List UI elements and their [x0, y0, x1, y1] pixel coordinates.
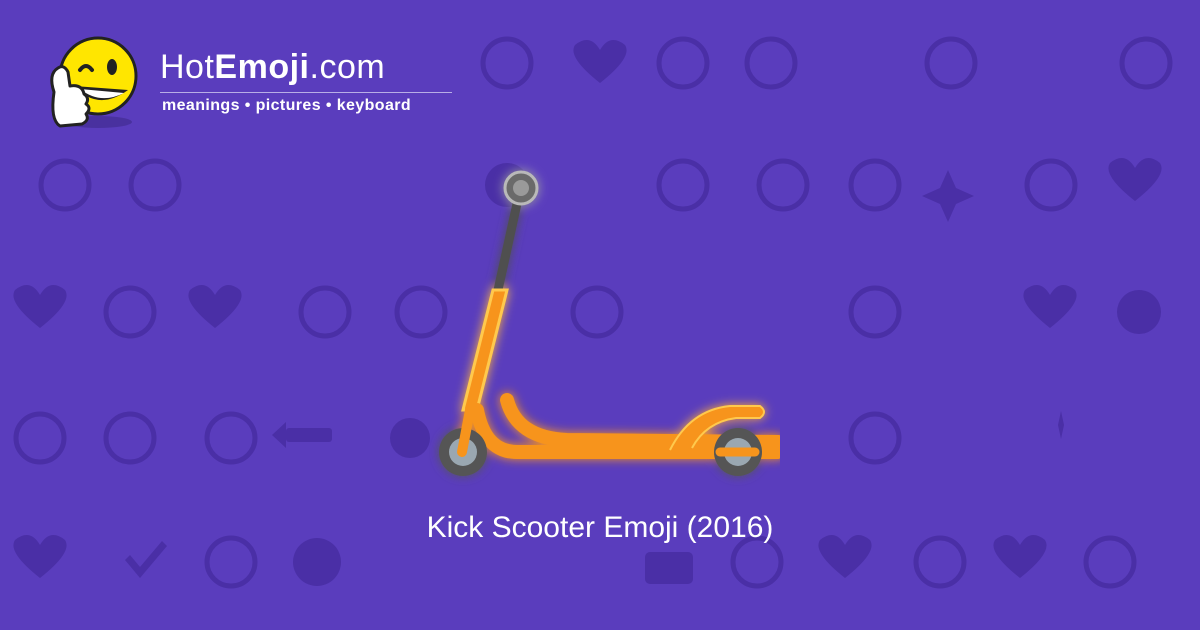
- brand-name-prefix: Hot: [160, 48, 215, 86]
- winking-thumbs-up-smiley-icon: [50, 36, 138, 128]
- emoji-caption: Kick Scooter Emoji (2016): [426, 511, 774, 544]
- brand-divider: [160, 92, 452, 93]
- kick-scooter-icon: [439, 170, 780, 476]
- brand-tagline: meanings • pictures • keyboard: [162, 97, 412, 114]
- brand-title: HotEmoji.com: [160, 48, 385, 87]
- site-logo[interactable]: HotEmoji.com meanings • pictures • keybo…: [40, 34, 460, 134]
- brand-name-bold: Emoji: [214, 48, 310, 86]
- brand-name-suffix: .com: [309, 48, 386, 86]
